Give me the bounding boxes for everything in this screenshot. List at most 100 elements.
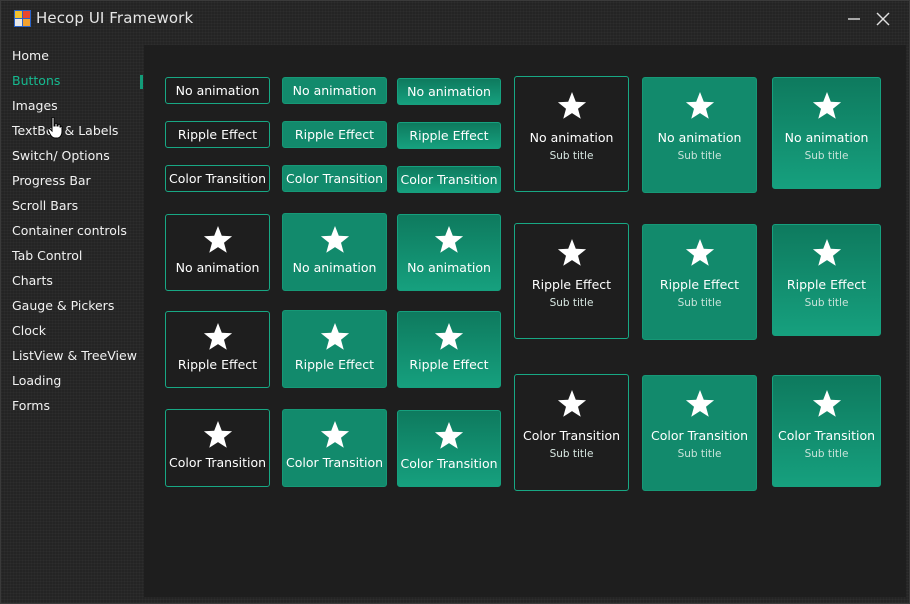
button-subtitle: Sub title <box>677 297 722 309</box>
star-icon <box>203 421 232 448</box>
text-button-no-animation-filled[interactable]: No animation <box>282 77 387 104</box>
button-label: Ripple Effect <box>177 127 258 142</box>
icon-button-ripple-gradient[interactable]: Ripple Effect <box>397 311 501 388</box>
star-icon <box>812 239 841 266</box>
button-label: Color Transition <box>522 428 621 443</box>
sidebar-item-switch-options[interactable]: Switch/ Options <box>12 147 110 165</box>
tile-button-ripple-filled[interactable]: Ripple Effect Sub title <box>642 224 757 340</box>
tile-button-ripple-outline[interactable]: Ripple Effect Sub title <box>514 223 629 339</box>
minimize-icon <box>848 18 860 20</box>
sidebar-item-forms[interactable]: Forms <box>12 397 50 415</box>
icon-button-ripple-outline[interactable]: Ripple Effect <box>165 311 270 388</box>
tile-button-color-transition-filled[interactable]: Color Transition Sub title <box>642 375 757 491</box>
text-button-color-transition-outline[interactable]: Color Transition <box>165 165 270 192</box>
button-subtitle: Sub title <box>549 448 594 460</box>
sidebar-item-images[interactable]: Images <box>12 97 58 115</box>
tile-button-no-animation-outline[interactable]: No animation Sub title <box>514 76 629 192</box>
sidebar-item-gauge-pickers[interactable]: Gauge & Pickers <box>12 297 114 315</box>
text-button-ripple-outline[interactable]: Ripple Effect <box>165 121 270 148</box>
button-label: Color Transition <box>168 171 267 186</box>
button-label: No animation <box>407 84 491 99</box>
star-icon <box>203 323 232 350</box>
button-label: Ripple Effect <box>294 127 375 142</box>
star-icon <box>557 239 586 266</box>
sidebar-item-textbox-labels[interactable]: TextBox & Labels <box>12 122 118 140</box>
button-label: Color Transition <box>285 171 384 186</box>
sidebar-item-container-controls[interactable]: Container controls <box>12 222 127 240</box>
star-icon <box>203 226 232 253</box>
sidebar-item-scroll-bars[interactable]: Scroll Bars <box>12 197 78 215</box>
button-label: Color Transition <box>285 455 384 470</box>
close-icon <box>876 12 890 26</box>
button-label: Ripple Effect <box>409 357 489 372</box>
sidebar-item-charts[interactable]: Charts <box>12 272 53 290</box>
icon-button-color-transition-filled[interactable]: Color Transition <box>282 409 387 487</box>
button-subtitle: Sub title <box>677 448 722 460</box>
sidebar: Home Buttons Images TextBox & Labels Swi… <box>4 44 143 600</box>
button-subtitle: Sub title <box>549 150 594 162</box>
star-icon <box>685 239 714 266</box>
button-subtitle: Sub title <box>804 297 849 309</box>
app-window: Hecop UI Framework Home Buttons Images T… <box>0 0 910 604</box>
tile-button-color-transition-outline[interactable]: Color Transition Sub title <box>514 374 629 491</box>
icon-button-color-transition-outline[interactable]: Color Transition <box>165 409 270 487</box>
button-subtitle: Sub title <box>804 150 849 162</box>
window-title: Hecop UI Framework <box>36 9 194 27</box>
button-label: No animation <box>407 260 491 275</box>
star-icon <box>434 226 464 253</box>
star-icon <box>685 390 714 417</box>
sidebar-item-buttons[interactable]: Buttons <box>12 72 60 90</box>
button-label: Ripple Effect <box>531 277 612 292</box>
icon-button-ripple-filled[interactable]: Ripple Effect <box>282 310 387 388</box>
star-icon <box>320 226 349 253</box>
star-icon <box>557 390 586 417</box>
sidebar-item-progress-bar[interactable]: Progress Bar <box>12 172 91 190</box>
button-label: Ripple Effect <box>786 277 867 292</box>
button-label: No animation <box>292 83 377 98</box>
button-subtitle: Sub title <box>549 297 594 309</box>
icon-button-no-animation-gradient[interactable]: No animation <box>397 214 501 291</box>
tile-button-ripple-gradient[interactable]: Ripple Effect Sub title <box>772 224 881 336</box>
tile-button-no-animation-filled[interactable]: No animation Sub title <box>642 77 757 193</box>
button-label: Ripple Effect <box>659 277 740 292</box>
button-label: No animation <box>175 83 260 98</box>
sidebar-item-clock[interactable]: Clock <box>12 322 46 340</box>
sidebar-item-home[interactable]: Home <box>12 47 49 65</box>
mouse-cursor-icon <box>47 117 63 139</box>
text-button-color-transition-filled[interactable]: Color Transition <box>282 165 387 192</box>
app-logo-icon <box>14 10 31 27</box>
minimize-button[interactable] <box>843 9 865 29</box>
sidebar-item-listview-treeview[interactable]: ListView & TreeView <box>12 347 137 365</box>
title-bar: Hecop UI Framework <box>1 1 909 37</box>
text-button-ripple-gradient[interactable]: Ripple Effect <box>397 122 501 149</box>
button-label: Ripple Effect <box>294 357 375 372</box>
star-icon <box>434 422 464 449</box>
button-subtitle: Sub title <box>804 448 849 460</box>
text-button-no-animation-outline[interactable]: No animation <box>165 77 270 104</box>
button-label: Color Transition <box>400 456 498 471</box>
button-label: Color Transition <box>650 428 749 443</box>
tile-button-color-transition-gradient[interactable]: Color Transition Sub title <box>772 375 881 487</box>
tile-button-no-animation-gradient[interactable]: No animation Sub title <box>772 77 881 189</box>
button-label: Ripple Effect <box>177 357 258 372</box>
button-label: No animation <box>784 130 869 145</box>
text-button-no-animation-gradient[interactable]: No animation <box>397 78 501 105</box>
close-button[interactable] <box>872 9 894 29</box>
button-label: No animation <box>529 130 614 145</box>
content-panel: No animation No animation No animation R… <box>144 45 906 597</box>
button-label: No animation <box>657 130 742 145</box>
button-label: No animation <box>292 260 377 275</box>
sidebar-item-loading[interactable]: Loading <box>12 372 61 390</box>
star-icon <box>557 92 586 119</box>
icon-button-no-animation-filled[interactable]: No animation <box>282 213 387 291</box>
button-label: No animation <box>175 260 260 275</box>
icon-button-color-transition-gradient[interactable]: Color Transition <box>397 410 501 487</box>
sidebar-item-tab-control[interactable]: Tab Control <box>12 247 82 265</box>
text-button-color-transition-gradient[interactable]: Color Transition <box>397 166 501 193</box>
button-subtitle: Sub title <box>677 150 722 162</box>
text-button-ripple-filled[interactable]: Ripple Effect <box>282 121 387 148</box>
button-label: Ripple Effect <box>409 128 489 143</box>
star-icon <box>685 92 714 119</box>
icon-button-no-animation-outline[interactable]: No animation <box>165 214 270 291</box>
star-icon <box>812 390 841 417</box>
